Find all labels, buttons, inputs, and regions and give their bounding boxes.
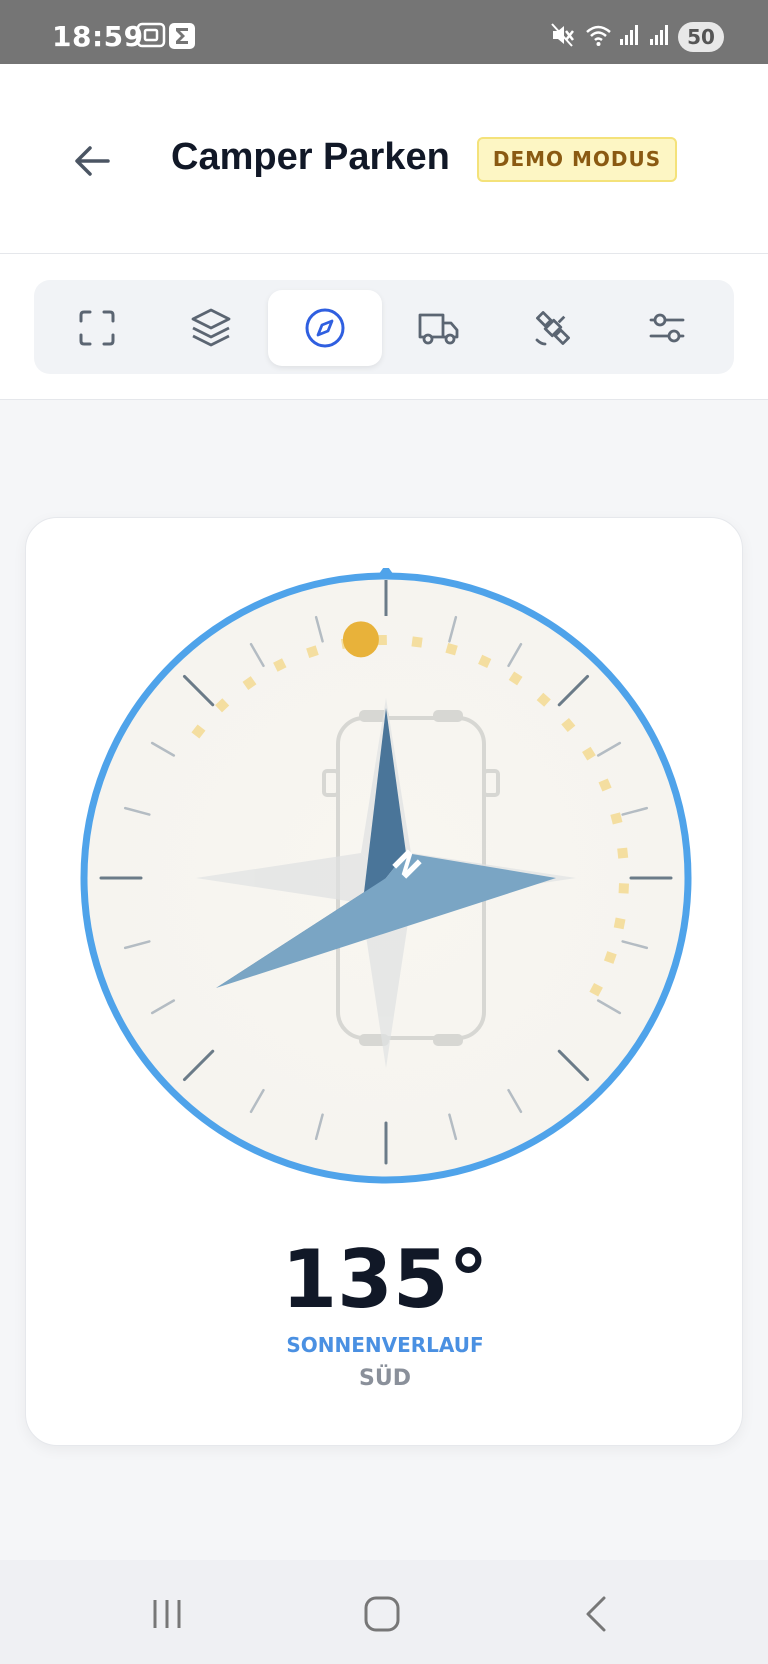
system-nav-bar — [0, 1560, 768, 1664]
signal-icon — [618, 22, 640, 53]
tab-truck[interactable] — [382, 290, 496, 366]
app-header: Camper Parken DEMO MODUS — [0, 64, 768, 254]
tab-settings[interactable] — [610, 290, 724, 366]
compass-icon — [305, 308, 345, 348]
compass-dial[interactable]: N — [76, 568, 696, 1188]
fullscreen-frame-icon — [79, 310, 115, 346]
sun-path-dot — [617, 847, 629, 859]
heading-value: 135° — [281, 1233, 489, 1326]
recent-apps-button[interactable] — [150, 1594, 186, 1639]
home-button[interactable] — [362, 1594, 402, 1639]
status-time: 18:59 — [52, 20, 144, 53]
sun-path-dot — [618, 883, 629, 894]
mute-icon — [550, 22, 576, 53]
signal-icon — [648, 22, 670, 53]
sigma-app-icon — [168, 22, 196, 55]
wifi-icon — [584, 22, 614, 53]
sun-path-dot — [613, 917, 626, 930]
tab-bar — [34, 280, 734, 374]
mode-label: SONNENVERLAUF — [286, 1333, 484, 1357]
home-icon — [364, 1596, 400, 1632]
status-bar: 18:59 50 — [0, 0, 768, 64]
battery-indicator: 50 — [678, 22, 724, 52]
system-back-button[interactable] — [582, 1594, 612, 1639]
recent-apps-icon — [153, 1600, 181, 1628]
arrow-left-icon — [75, 146, 110, 176]
compass-card: N 135° SONNENVERLAUF SÜD — [25, 517, 743, 1446]
tab-bar-container — [0, 254, 768, 400]
tab-layers[interactable] — [154, 290, 268, 366]
back-icon — [586, 1596, 606, 1632]
satellite-icon — [535, 311, 570, 346]
layers-icon — [191, 308, 231, 347]
tab-fullscreen[interactable] — [40, 290, 154, 366]
truck-icon — [418, 313, 459, 345]
demo-mode-badge: DEMO MODUS — [477, 137, 677, 182]
page-title: Camper Parken — [171, 136, 450, 178]
tab-compass[interactable] — [268, 290, 382, 366]
sun-path-dot — [411, 636, 423, 648]
direction-label: SÜD — [359, 1366, 411, 1391]
screenshot-icon — [136, 22, 166, 53]
sliders-icon — [649, 313, 685, 343]
back-button[interactable] — [66, 134, 120, 188]
sun-marker — [342, 621, 379, 658]
tab-satellite[interactable] — [496, 290, 610, 366]
